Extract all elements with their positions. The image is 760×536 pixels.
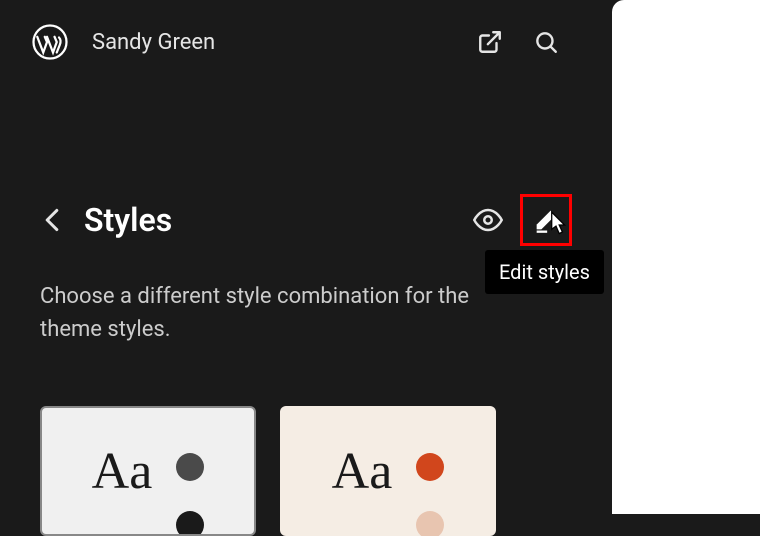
content-area: Styles Choose a different style combinat… bbox=[0, 84, 612, 536]
color-swatch bbox=[176, 511, 204, 536]
sidebar-panel: Sandy Green Styles bbox=[0, 0, 612, 514]
style-variations-grid: Aa Aa bbox=[40, 406, 572, 536]
tooltip: Edit styles bbox=[485, 250, 604, 294]
panel-header: Styles bbox=[40, 194, 572, 246]
top-actions bbox=[476, 28, 560, 56]
color-swatch bbox=[416, 511, 444, 536]
panel-description: Choose a different style combination for… bbox=[40, 280, 520, 346]
wordpress-logo-icon[interactable] bbox=[32, 24, 68, 60]
style-book-icon[interactable] bbox=[468, 200, 508, 240]
color-swatches bbox=[416, 453, 444, 529]
back-button[interactable] bbox=[40, 208, 64, 232]
site-name[interactable]: Sandy Green bbox=[92, 30, 452, 55]
panel-actions bbox=[468, 194, 572, 246]
search-icon[interactable] bbox=[532, 28, 560, 56]
color-swatch bbox=[416, 453, 444, 481]
top-bar: Sandy Green bbox=[0, 0, 612, 84]
preview-canvas bbox=[612, 0, 760, 514]
edit-styles-button[interactable] bbox=[520, 194, 572, 246]
style-variation-card[interactable]: Aa bbox=[40, 406, 256, 536]
typography-sample: Aa bbox=[92, 442, 153, 501]
color-swatch bbox=[176, 453, 204, 481]
external-link-icon[interactable] bbox=[476, 28, 504, 56]
style-variation-card[interactable]: Aa bbox=[280, 406, 496, 536]
typography-sample: Aa bbox=[332, 442, 393, 501]
color-swatches bbox=[176, 453, 204, 529]
panel-title: Styles bbox=[84, 201, 448, 239]
